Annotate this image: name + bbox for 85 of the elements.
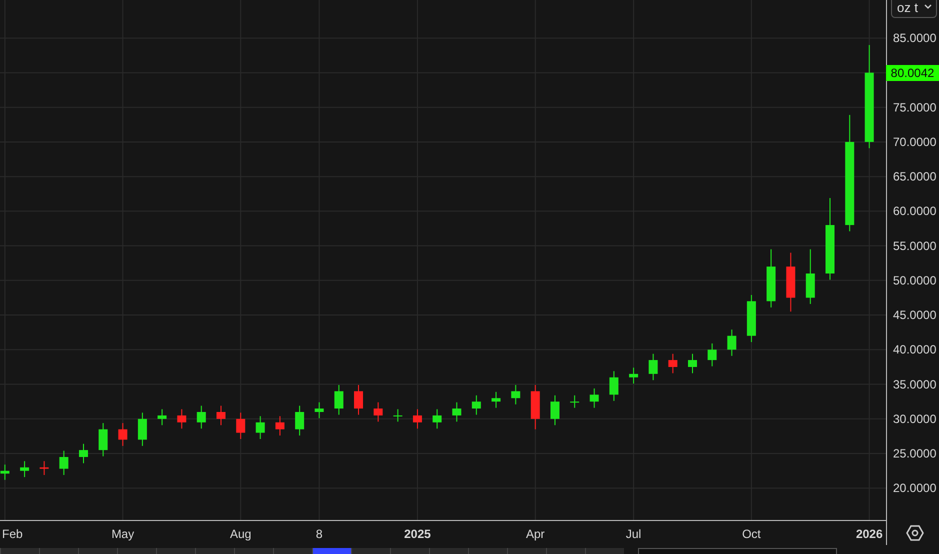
candle xyxy=(472,394,481,416)
tab[interactable] xyxy=(390,548,429,554)
candle xyxy=(393,408,402,422)
unit-dropdown[interactable]: oz t xyxy=(891,0,937,18)
candle xyxy=(432,408,442,430)
tab[interactable] xyxy=(39,548,78,554)
candle xyxy=(98,422,108,457)
candle xyxy=(609,370,618,402)
candle xyxy=(79,443,88,464)
axis-label: 60.0000 xyxy=(893,204,936,218)
axis-label: 70.0000 xyxy=(893,134,936,149)
axis-label: 2025 xyxy=(404,527,431,541)
tab[interactable] xyxy=(117,548,156,554)
candle xyxy=(629,367,638,384)
candle xyxy=(59,450,68,476)
candle xyxy=(20,460,30,478)
candle xyxy=(570,394,580,408)
candle xyxy=(668,353,678,374)
tab[interactable] xyxy=(156,548,195,554)
tab[interactable] xyxy=(312,548,351,554)
axis-label: 35.0000 xyxy=(893,377,936,392)
tab[interactable] xyxy=(78,548,117,554)
candle xyxy=(138,412,147,446)
price-label: 80.0042 xyxy=(886,64,939,81)
candle xyxy=(354,384,364,416)
axis-label: Feb xyxy=(2,527,23,541)
candle xyxy=(275,416,284,436)
tab[interactable] xyxy=(507,548,546,554)
candle xyxy=(412,408,422,430)
axis-label: 20.0000 xyxy=(893,481,936,496)
candle xyxy=(590,388,599,408)
candle xyxy=(374,402,383,422)
candle xyxy=(314,402,324,419)
candle xyxy=(530,384,540,430)
axis-label: Aug xyxy=(230,527,252,541)
candle xyxy=(492,391,501,408)
candle xyxy=(196,405,206,430)
candle xyxy=(746,294,756,343)
candle xyxy=(766,248,776,308)
candle xyxy=(334,384,344,416)
axis-label: 65.0000 xyxy=(893,170,936,184)
axis-label: Jul xyxy=(626,527,642,541)
scrollbar[interactable] xyxy=(638,548,837,554)
candle xyxy=(158,408,167,426)
candle xyxy=(118,422,128,446)
axis-label: 55.0000 xyxy=(893,238,936,253)
axis-label: 2026 xyxy=(856,527,883,541)
tab[interactable] xyxy=(429,548,468,554)
candle xyxy=(177,408,186,430)
tab[interactable] xyxy=(195,548,234,554)
candle xyxy=(216,405,226,426)
chevron-icon xyxy=(924,4,932,10)
axis-label: 30.0000 xyxy=(893,412,936,426)
tab[interactable] xyxy=(468,548,507,554)
tab[interactable] xyxy=(273,548,312,554)
candle xyxy=(806,248,815,304)
candle xyxy=(511,384,520,405)
candle xyxy=(727,329,736,356)
candle xyxy=(708,342,717,367)
tab[interactable] xyxy=(351,548,390,554)
axis-label: 25.0000 xyxy=(893,446,936,461)
candle xyxy=(452,402,462,422)
axis-label: May xyxy=(111,527,134,541)
axis-label: 8 xyxy=(316,527,323,541)
candle xyxy=(786,252,796,312)
tab[interactable] xyxy=(546,548,585,554)
candle xyxy=(40,460,49,476)
axis-label: 85.0000 xyxy=(893,31,936,46)
axis-label: 40.0000 xyxy=(893,342,936,357)
tab[interactable] xyxy=(234,548,273,554)
candle xyxy=(0,464,10,480)
tab[interactable] xyxy=(585,548,624,554)
axis-label: Apr xyxy=(526,527,545,541)
axis-label: Oct xyxy=(742,527,761,541)
tab[interactable] xyxy=(0,548,39,554)
candle xyxy=(648,353,658,381)
axis-label: 45.0000 xyxy=(893,308,936,322)
candle xyxy=(256,416,265,440)
axis-label: 50.0000 xyxy=(893,273,936,288)
candle xyxy=(236,412,246,440)
candle xyxy=(688,353,697,374)
settings-icon[interactable] xyxy=(906,525,924,541)
axis-label: 75.0000 xyxy=(893,100,936,114)
candle xyxy=(550,394,560,426)
candle xyxy=(295,405,304,436)
